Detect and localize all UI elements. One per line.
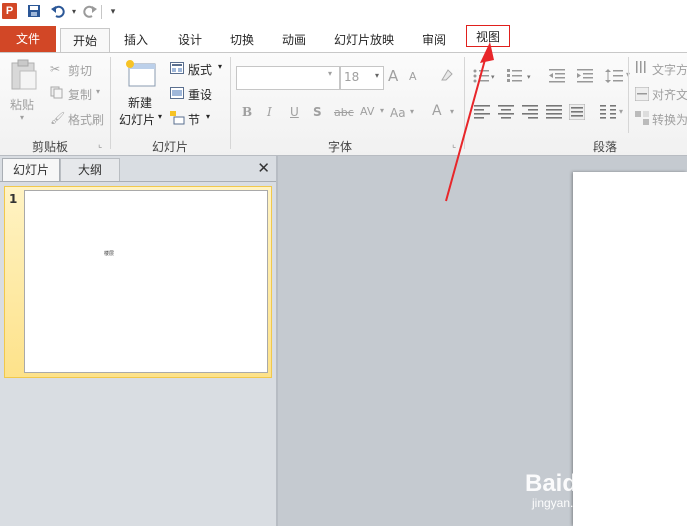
paste-button[interactable]: 粘贴 xyxy=(10,96,34,113)
align-right-icon[interactable] xyxy=(522,105,538,122)
columns-dropdown-icon[interactable]: ▾ xyxy=(619,107,623,116)
font-name-dropdown-icon[interactable]: ▾ xyxy=(328,69,332,78)
change-case-button[interactable]: Aa xyxy=(390,106,406,120)
underline-button[interactable]: U xyxy=(290,105,299,119)
change-case-dropdown-icon[interactable]: ▾ xyxy=(410,107,414,116)
clipboard-launcher-icon[interactable]: ⌞ xyxy=(98,140,102,150)
character-spacing-button[interactable]: AV xyxy=(360,105,374,118)
svg-text:▾: ▾ xyxy=(527,73,531,81)
new-slide-icon[interactable] xyxy=(124,59,158,92)
shrink-font-button[interactable]: A xyxy=(409,70,417,83)
redo-icon[interactable] xyxy=(82,4,98,20)
font-size-dropdown-icon[interactable]: ▾ xyxy=(375,71,379,80)
copy-button[interactable]: 复制 xyxy=(68,86,92,103)
text-direction-button[interactable]: 文字方 xyxy=(652,61,687,78)
watermark-url: jingyan.baidu.com xyxy=(532,496,629,510)
justify-icon[interactable] xyxy=(546,105,562,122)
qat-separator xyxy=(101,5,102,19)
slide-number: 1 xyxy=(9,192,18,206)
copy-icon xyxy=(50,86,63,102)
tab-transitions[interactable]: 切换 xyxy=(222,28,262,52)
line-spacing-icon[interactable] xyxy=(605,68,627,87)
quick-access-toolbar: P ▾ ▾ xyxy=(0,0,687,24)
font-size-value: 18 xyxy=(344,70,360,84)
convert-smartart-button[interactable]: 转换为 xyxy=(652,111,687,128)
undo-dropdown-icon[interactable]: ▾ xyxy=(66,4,82,20)
font-group-label: 字体 xyxy=(327,140,352,154)
character-spacing-dropdown-icon[interactable]: ▾ xyxy=(380,106,384,115)
new-slide-label-1[interactable]: 新建 xyxy=(128,94,152,111)
convert-smartart-icon xyxy=(635,111,649,128)
ribbon-tab-bar: 文件 开始 插入 设计 切换 动画 幻灯片放映 审阅 视图 xyxy=(0,24,687,53)
pane-divider xyxy=(0,181,276,182)
customize-qat-icon[interactable]: ▾ xyxy=(105,4,121,20)
italic-button[interactable]: I xyxy=(267,105,272,119)
font-color-button[interactable]: A xyxy=(432,103,442,119)
tab-file[interactable]: 文件 xyxy=(0,26,56,52)
format-painter-button[interactable]: 格式刷 xyxy=(68,111,104,128)
section-dropdown-icon[interactable]: ▾ xyxy=(206,112,210,121)
bold-button[interactable]: B xyxy=(242,105,252,119)
slides-group-label: 幻灯片 xyxy=(151,140,188,154)
clipboard-group-label: 剪贴板 xyxy=(31,140,68,154)
tab-animations[interactable]: 动画 xyxy=(274,28,314,52)
new-slide-dropdown-icon[interactable]: ▾ xyxy=(158,112,162,121)
tab-home[interactable]: 开始 xyxy=(60,28,110,53)
tab-view[interactable]: 视图 xyxy=(466,25,510,47)
decrease-indent-icon[interactable] xyxy=(549,69,565,86)
bullets-icon[interactable]: ▾ xyxy=(473,69,495,86)
svg-text:▾: ▾ xyxy=(491,73,495,81)
layout-button[interactable]: 版式 xyxy=(188,61,212,78)
group-separator xyxy=(230,57,231,149)
paste-icon[interactable] xyxy=(10,59,38,94)
font-name-combobox[interactable] xyxy=(236,66,340,90)
text-direction-icon xyxy=(635,61,649,78)
reset-icon xyxy=(170,87,184,102)
columns-icon[interactable] xyxy=(600,105,616,122)
format-painter-icon: 🖌 xyxy=(50,111,66,125)
distributed-icon[interactable] xyxy=(568,103,586,123)
align-left-icon[interactable] xyxy=(474,105,490,122)
save-icon[interactable] xyxy=(26,4,42,20)
tab-review[interactable]: 审阅 xyxy=(414,28,454,52)
reset-button[interactable]: 重设 xyxy=(188,86,212,103)
watermark-logo: Baidu 经验 xyxy=(525,470,647,497)
clear-format-icon[interactable] xyxy=(440,68,454,85)
new-slide-label-2[interactable]: 幻灯片 xyxy=(119,111,155,128)
numbering-icon[interactable]: ▾ xyxy=(507,69,535,86)
powerpoint-logo-icon: P xyxy=(2,3,17,19)
group-separator xyxy=(628,57,629,133)
font-launcher-icon[interactable]: ⌞ xyxy=(452,140,456,150)
group-separator xyxy=(110,57,111,149)
font-color-dropdown-icon[interactable]: ▾ xyxy=(450,107,454,116)
section-button[interactable]: 节 xyxy=(188,111,200,128)
text-shadow-button[interactable]: S xyxy=(313,105,322,119)
tab-slides-pane[interactable]: 幻灯片 xyxy=(2,158,60,181)
close-pane-icon[interactable]: ✕ xyxy=(257,159,270,177)
cut-button[interactable]: 剪切 xyxy=(68,62,92,79)
section-icon xyxy=(170,111,186,128)
scissors-icon: ✂ xyxy=(50,62,61,76)
undo-icon[interactable] xyxy=(50,4,66,20)
tab-outline-pane[interactable]: 大纲 xyxy=(60,158,120,181)
ribbon: 粘贴 ▾ ✂ 剪切 复制 ▾ 🖌 格式刷 剪贴板 ⌞ 新建 幻灯片 ▾ 版式 ▾… xyxy=(0,52,687,156)
layout-dropdown-icon[interactable]: ▾ xyxy=(218,62,222,71)
increase-indent-icon[interactable] xyxy=(577,69,593,86)
tab-design[interactable]: 设计 xyxy=(170,28,210,52)
paragraph-group-label: 段落 xyxy=(592,140,617,154)
grow-font-button[interactable]: A xyxy=(388,67,398,85)
align-text-button[interactable]: 对齐文 xyxy=(652,86,687,103)
paste-dropdown-icon[interactable]: ▾ xyxy=(20,113,24,122)
layout-icon xyxy=(170,62,184,77)
tab-slideshow[interactable]: 幻灯片放映 xyxy=(326,28,402,52)
align-center-icon[interactable] xyxy=(498,105,514,122)
align-text-icon xyxy=(634,86,650,104)
thumbnail-text: 楼层 xyxy=(104,251,115,257)
slide-thumbnail[interactable] xyxy=(24,190,268,373)
strikethrough-button[interactable]: abc xyxy=(334,106,354,119)
copy-dropdown-icon[interactable]: ▾ xyxy=(96,87,100,96)
tab-insert[interactable]: 插入 xyxy=(116,28,156,52)
font-size-combobox[interactable]: 18 ▾ xyxy=(340,66,384,90)
group-separator xyxy=(464,57,465,149)
